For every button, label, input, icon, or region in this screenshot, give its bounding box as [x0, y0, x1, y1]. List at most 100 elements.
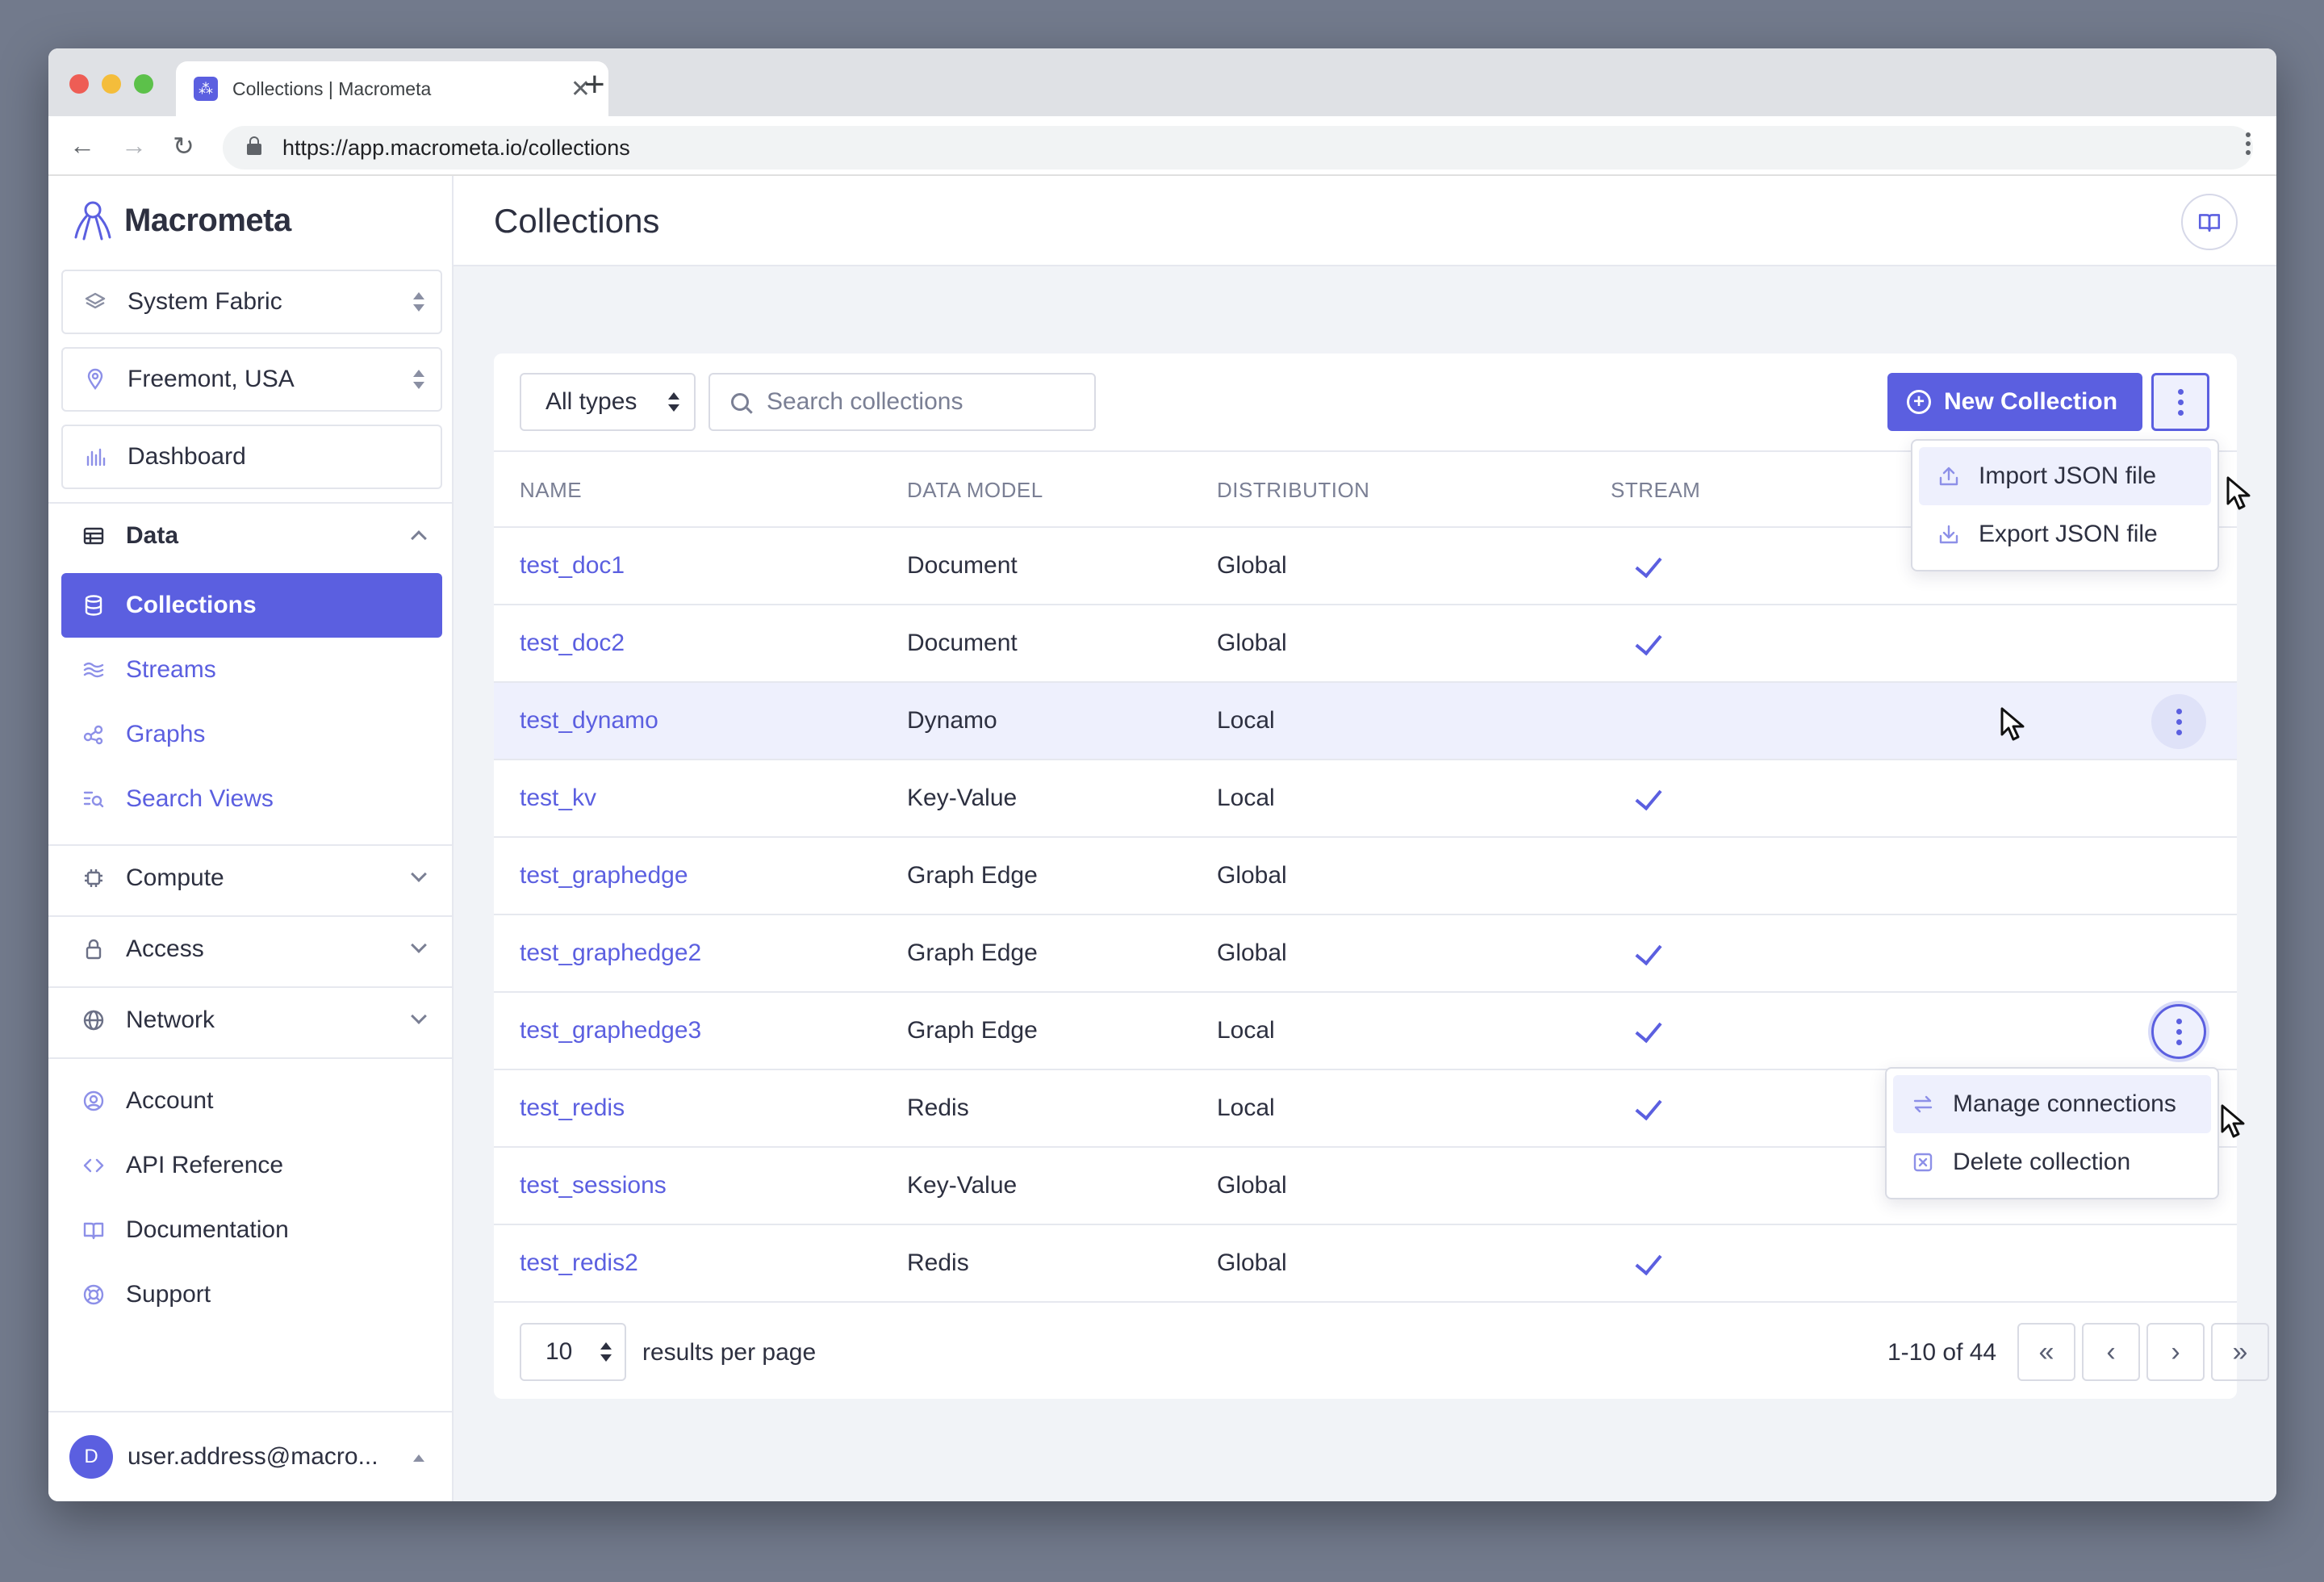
- sidebar-item-search-views[interactable]: Search Views: [61, 767, 442, 831]
- import-json-menu-item[interactable]: Import JSON file: [1919, 447, 2211, 505]
- menu-item-label: Export JSON file: [1979, 521, 2158, 547]
- plus-circle-icon: +: [1907, 390, 1931, 414]
- collection-name-link[interactable]: test_kv: [520, 785, 596, 812]
- sidebar-item-collections[interactable]: Collections: [61, 573, 442, 638]
- sidebar-item-support[interactable]: Support: [61, 1266, 442, 1324]
- divider: [48, 986, 452, 988]
- new-tab-button[interactable]: +: [584, 65, 605, 105]
- minimize-window-button[interactable]: [102, 74, 121, 94]
- distribution-cell: Global: [1217, 1249, 1287, 1276]
- distribution-cell: Local: [1217, 785, 1275, 811]
- column-header-name[interactable]: NAME: [520, 478, 582, 503]
- collection-name-link[interactable]: test_doc2: [520, 630, 625, 657]
- column-header-distribution[interactable]: DISTRIBUTION: [1217, 478, 1369, 503]
- reload-icon[interactable]: ↻: [173, 131, 194, 161]
- close-window-button[interactable]: [69, 74, 89, 94]
- select-arrows-icon: [413, 370, 424, 389]
- data-model-cell: Document: [907, 630, 1018, 656]
- delete-collection-menu-item[interactable]: Delete collection: [1893, 1133, 2211, 1191]
- last-page-button[interactable]: »: [2211, 1323, 2269, 1381]
- collection-name-link[interactable]: test_doc1: [520, 552, 625, 580]
- row-actions-button[interactable]: [2151, 1004, 2206, 1059]
- more-vertical-icon: [2176, 708, 2182, 735]
- network-section-toggle[interactable]: Network: [61, 991, 442, 1049]
- fabric-select-value: System Fabric: [127, 288, 282, 315]
- data-model-cell: Dynamo: [907, 707, 997, 734]
- sidebar-item-label: Search Views: [126, 785, 274, 812]
- section-label: Compute: [126, 864, 224, 891]
- compute-section-toggle[interactable]: Compute: [61, 849, 442, 907]
- section-label: Network: [126, 1007, 215, 1033]
- tab-title: Collections | Macrometa: [232, 77, 432, 99]
- table-row[interactable]: test_redis2 Redis Global: [494, 1225, 2237, 1303]
- table-row[interactable]: test_graphedge Graph Edge Global: [494, 838, 2237, 915]
- row-actions-menu: Manage connections Delete collection: [1885, 1067, 2219, 1199]
- sidebar-item-api-reference[interactable]: API Reference: [61, 1136, 442, 1195]
- distribution-cell: Local: [1217, 1017, 1275, 1044]
- divider: [48, 1057, 452, 1059]
- sidebar-item-account[interactable]: Account: [61, 1072, 442, 1130]
- collection-name-link[interactable]: test_graphedge3: [520, 1017, 701, 1044]
- access-section-toggle[interactable]: Access: [61, 920, 442, 978]
- previous-page-button[interactable]: ‹: [2082, 1323, 2140, 1381]
- region-select[interactable]: Freemont, USA: [61, 347, 442, 412]
- dashboard-link[interactable]: Dashboard: [61, 425, 442, 489]
- search-placeholder: Search collections: [767, 388, 963, 415]
- address-bar: ← → ↻ https://app.macrometa.io/collectio…: [48, 116, 2276, 176]
- table-row[interactable]: test_graphedge2 Graph Edge Global: [494, 915, 2237, 993]
- more-vertical-icon: [2177, 388, 2184, 416]
- next-page-button[interactable]: ›: [2146, 1323, 2205, 1381]
- browser-menu-icon[interactable]: [2246, 132, 2251, 155]
- double-chevron-left-icon: «: [2038, 1336, 2054, 1367]
- collection-name-link[interactable]: test_graphedge2: [520, 940, 701, 967]
- book-icon: [2198, 214, 2221, 232]
- select-arrows-icon: [413, 292, 424, 312]
- row-actions-button[interactable]: [2151, 694, 2206, 749]
- table-row[interactable]: test_doc2 Document Global: [494, 605, 2237, 683]
- type-filter-select[interactable]: All types: [520, 373, 696, 431]
- search-list-icon: [81, 786, 107, 812]
- delete-icon: [1911, 1150, 1935, 1174]
- table-row[interactable]: test_graphedge3 Graph Edge Local: [494, 993, 2237, 1070]
- section-label: Access: [126, 935, 204, 962]
- new-collection-button[interactable]: + New Collection: [1887, 373, 2142, 431]
- maximize-window-button[interactable]: [134, 74, 153, 94]
- back-icon[interactable]: ←: [69, 131, 95, 161]
- page-title: Collections: [494, 202, 660, 240]
- data-model-cell: Redis: [907, 1094, 969, 1121]
- browser-tab[interactable]: ⁂ Collections | Macrometa ✕: [176, 61, 608, 116]
- url-field[interactable]: https://app.macrometa.io/collections: [223, 126, 2253, 170]
- collection-name-link[interactable]: test_redis: [520, 1094, 625, 1122]
- column-header-stream[interactable]: STREAM: [1611, 478, 1700, 503]
- collection-name-link[interactable]: test_graphedge: [520, 862, 688, 889]
- sidebar: Macrometa System Fabric Freemont, USA Da…: [48, 176, 454, 1501]
- column-header-data-model[interactable]: DATA MODEL: [907, 478, 1043, 503]
- manage-connections-menu-item[interactable]: Manage connections: [1893, 1075, 2211, 1133]
- user-menu[interactable]: D user.address@macro...: [48, 1411, 452, 1501]
- first-page-button[interactable]: «: [2017, 1323, 2075, 1381]
- chevron-up-icon: [411, 530, 427, 546]
- caret-up-icon: [413, 1454, 424, 1462]
- collection-name-link[interactable]: test_redis2: [520, 1249, 638, 1277]
- browser-window: ⁂ Collections | Macrometa ✕ + ← → ↻ http…: [48, 48, 2276, 1501]
- table-row[interactable]: test_kv Key-Value Local: [494, 760, 2237, 838]
- table-row[interactable]: test_dynamo Dynamo Local: [494, 683, 2237, 760]
- export-json-menu-item[interactable]: Export JSON file: [1919, 505, 2211, 563]
- sidebar-item-streams[interactable]: Streams: [61, 638, 442, 702]
- more-actions-button[interactable]: [2151, 373, 2209, 431]
- forward-icon[interactable]: →: [121, 131, 147, 161]
- logo[interactable]: Macrometa: [73, 199, 291, 242]
- brand-name: Macrometa: [124, 202, 291, 238]
- collection-name-link[interactable]: test_dynamo: [520, 707, 658, 734]
- fabric-select[interactable]: System Fabric: [61, 270, 442, 334]
- docs-button[interactable]: [2181, 194, 2238, 250]
- data-section-toggle[interactable]: Data: [61, 507, 442, 565]
- sidebar-item-graphs[interactable]: Graphs: [61, 702, 442, 767]
- per-page-select[interactable]: 10: [520, 1323, 626, 1381]
- sidebar-item-documentation[interactable]: Documentation: [61, 1201, 442, 1259]
- avatar: D: [69, 1435, 113, 1479]
- distribution-cell: Global: [1217, 940, 1287, 966]
- location-pin-icon: [82, 366, 108, 392]
- collection-name-link[interactable]: test_sessions: [520, 1172, 667, 1199]
- search-input[interactable]: Search collections: [708, 373, 1096, 431]
